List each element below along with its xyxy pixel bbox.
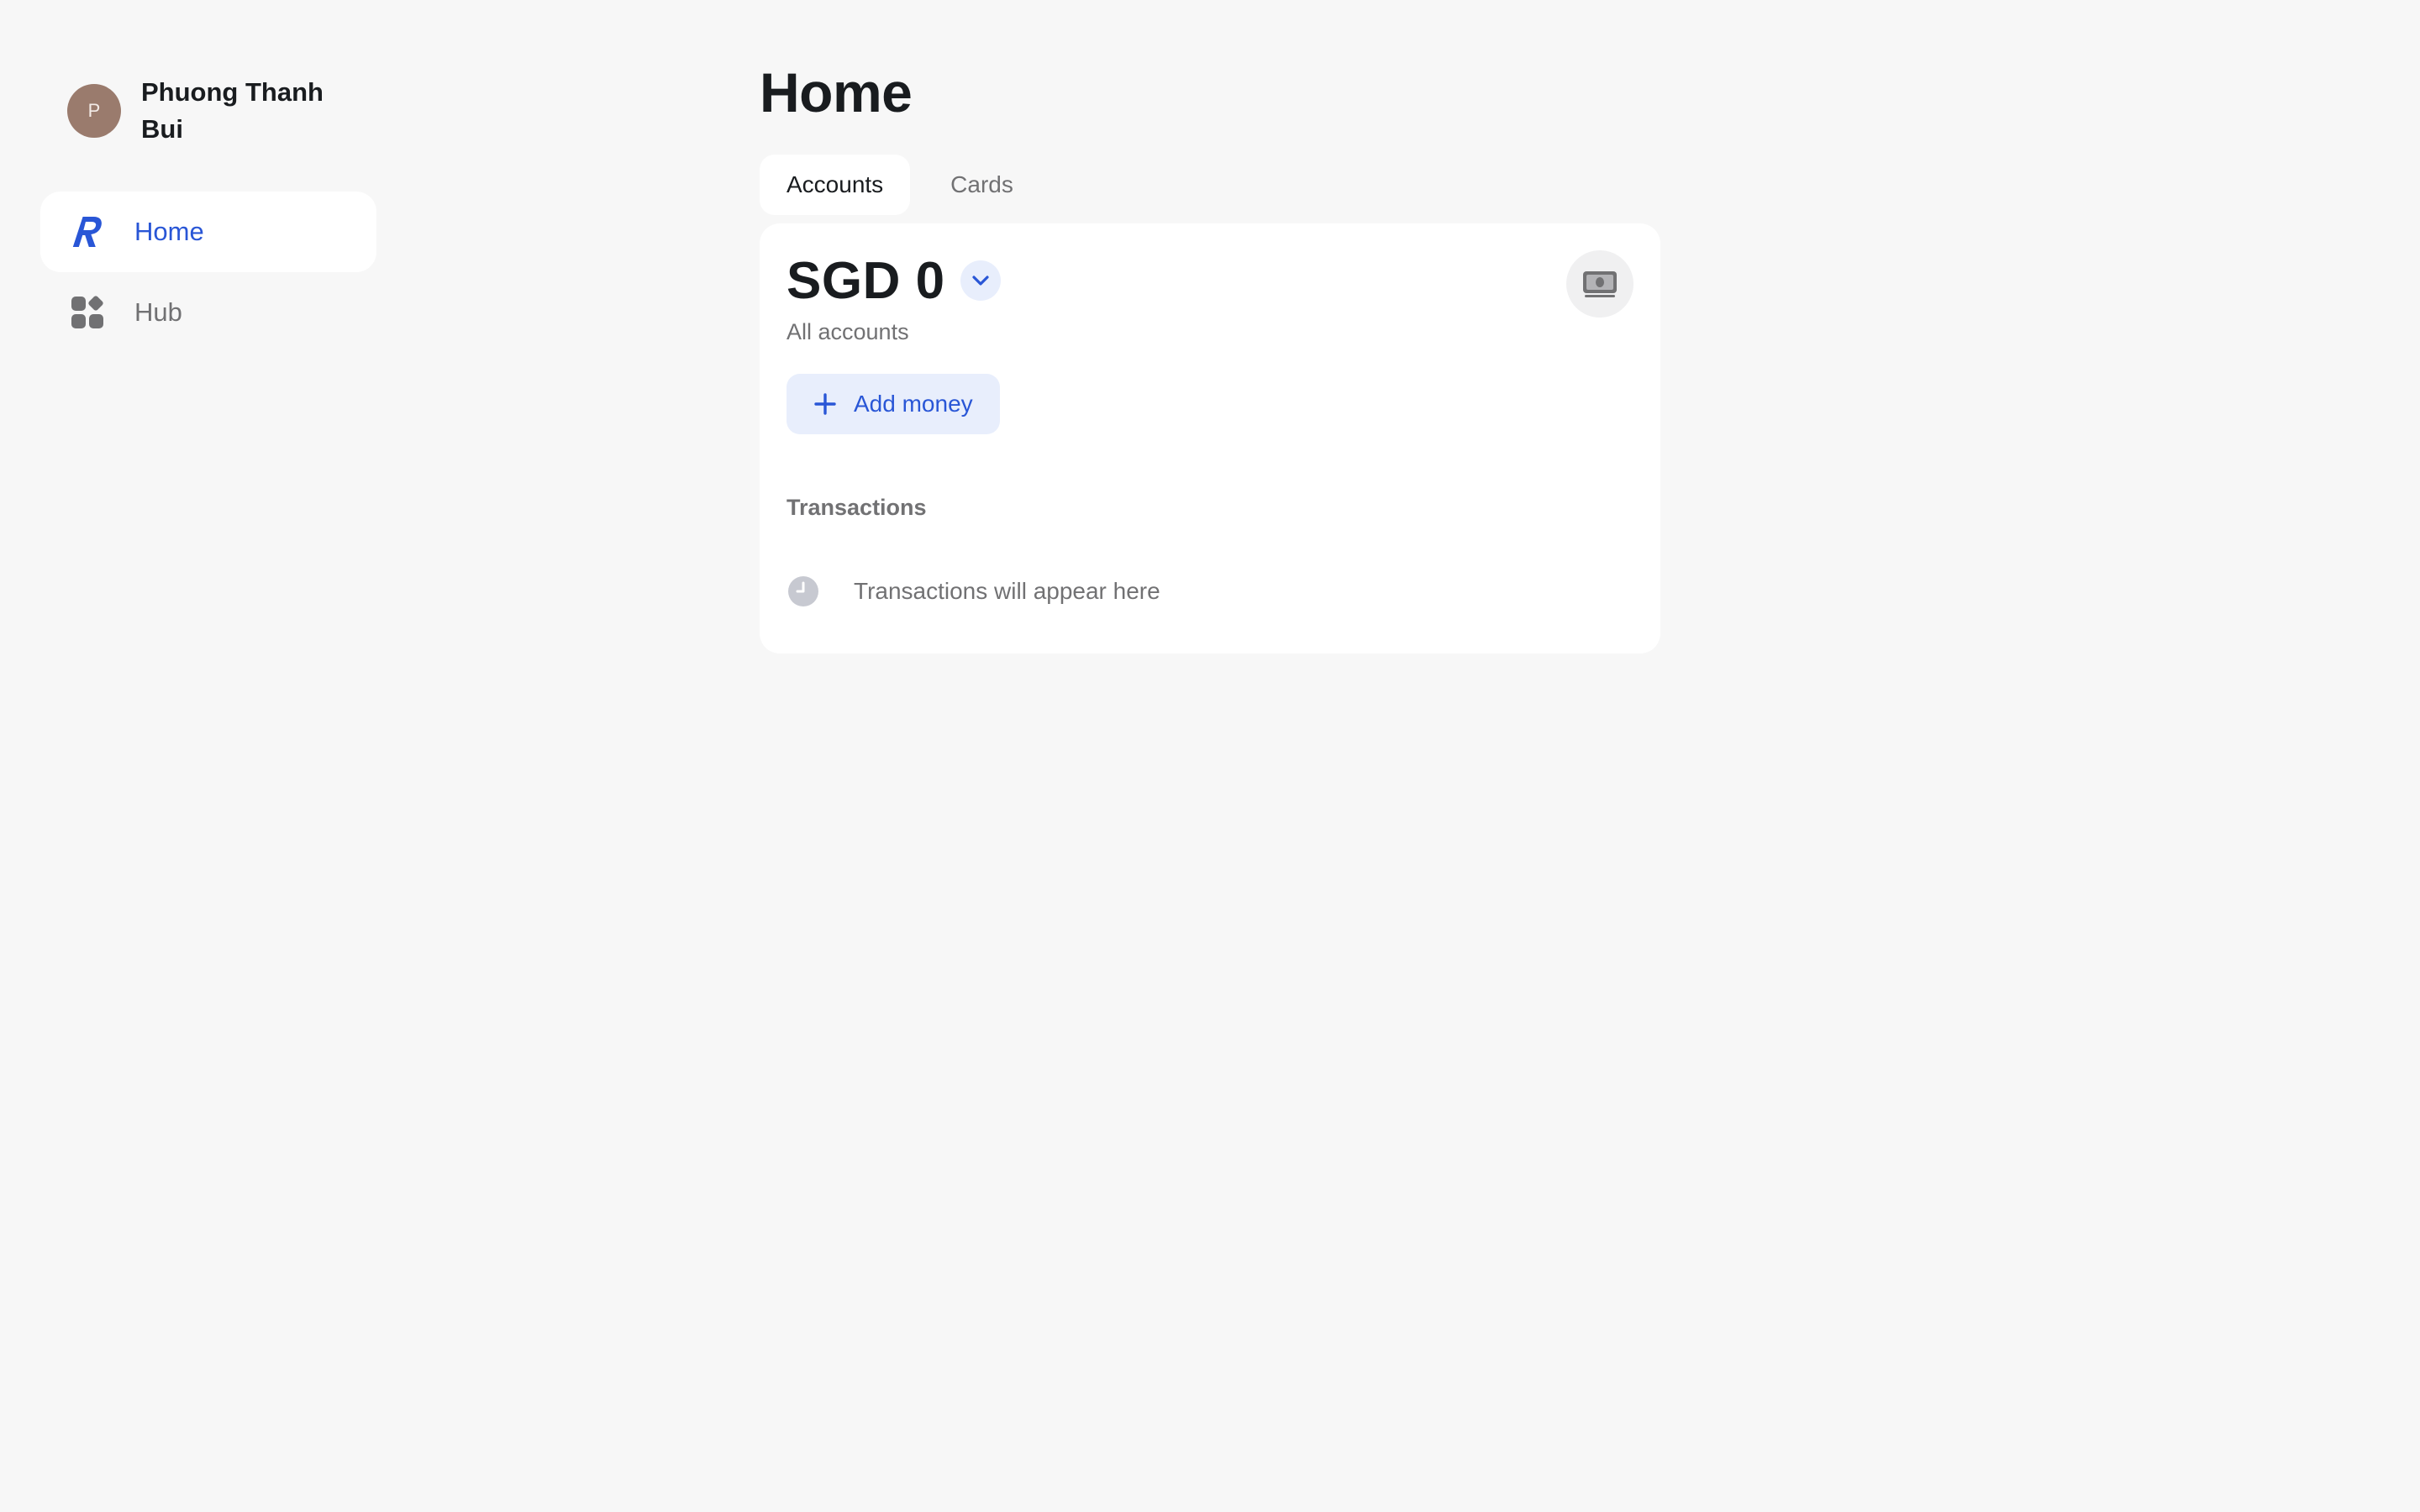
balance-dropdown-button[interactable] — [960, 260, 1001, 301]
avatar-initial: P — [87, 100, 101, 121]
accounts-card: SGD 0 All accounts Add money Transaction… — [760, 223, 1660, 654]
tab-cards[interactable]: Cards — [923, 155, 1040, 215]
sidebar: P Phuong Thanh Bui Home Hub — [40, 67, 376, 353]
transactions-empty-text: Transactions will appear here — [854, 578, 1160, 604]
sidebar-item-home[interactable]: Home — [40, 192, 376, 272]
sidebar-item-hub[interactable]: Hub — [40, 272, 376, 353]
clock-icon — [786, 575, 820, 608]
add-money-button[interactable]: Add money — [786, 374, 1000, 434]
add-money-label: Add money — [854, 391, 973, 417]
transactions-title: Transactions — [786, 495, 927, 520]
sidebar-nav: Home Hub — [40, 192, 376, 353]
grid-icon — [69, 294, 106, 331]
balance-caption: All accounts — [786, 319, 909, 344]
main-content: Home Accounts Cards SGD 0 All accounts A… — [760, 59, 1660, 654]
chevron-down-icon — [971, 276, 989, 286]
sidebar-item-label: Home — [134, 217, 204, 246]
balance-amount: SGD 0 — [786, 251, 945, 310]
revolut-logo-icon — [69, 213, 106, 250]
plus-icon — [813, 392, 837, 416]
sidebar-item-label: Hub — [134, 297, 182, 327]
profile-button[interactable]: P Phuong Thanh Bui — [67, 67, 376, 155]
page-title: Home — [760, 61, 913, 123]
tab-accounts[interactable]: Accounts — [760, 155, 911, 215]
transactions-empty-state: Transactions will appear here — [786, 575, 1634, 608]
banknote-icon — [1583, 271, 1617, 297]
balance-row: SGD 0 — [786, 250, 1634, 311]
tab-bar: Accounts Cards — [760, 155, 1660, 215]
account-details-button[interactable] — [1566, 250, 1634, 318]
avatar: P — [67, 84, 121, 138]
profile-name: Phuong Thanh Bui — [141, 77, 324, 144]
